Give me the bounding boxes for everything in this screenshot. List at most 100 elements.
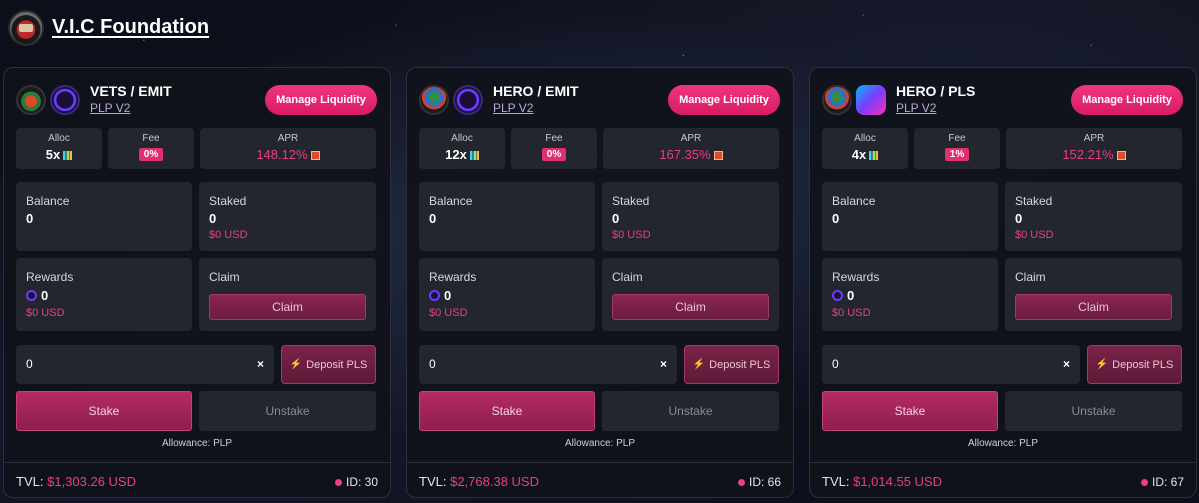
status-dot-icon	[737, 478, 745, 486]
claim-label: Claim	[612, 270, 643, 284]
apr-label: APR	[680, 133, 702, 144]
apr-value-row: 152.21%	[1006, 147, 1182, 162]
vic-foundation-logo-icon[interactable]	[8, 9, 44, 46]
clear-icon[interactable]: ×	[660, 357, 667, 371]
apr-stat: APR 148.12%	[200, 128, 376, 169]
amount-input[interactable]	[429, 355, 629, 373]
balance-value: 0	[832, 211, 840, 226]
unstake-button[interactable]: Unstake	[602, 391, 779, 431]
emit-coin-icon	[832, 290, 843, 301]
tvl-value: $1,014.55 USD	[853, 474, 942, 489]
pair-name: HERO / EMIT	[493, 83, 579, 99]
fee-label: Fee	[545, 133, 563, 144]
deposit-pls-button[interactable]: ⚡ Deposit PLS	[684, 345, 779, 384]
unstake-button[interactable]: Unstake	[1005, 391, 1182, 431]
fee-stat: Fee 0%	[511, 128, 597, 169]
brand-title-link[interactable]: V.I.C Foundation	[52, 16, 209, 39]
staked-value: 0	[209, 211, 217, 226]
status-dot-icon	[334, 478, 342, 486]
amount-field: ×	[419, 345, 677, 384]
unstake-button[interactable]: Unstake	[199, 391, 376, 431]
rewards-usd-value: $0 USD	[429, 307, 468, 319]
farm-card-2: HERO / EMIT PLP V2 Manage Liquidity Allo…	[406, 67, 794, 498]
balance-label: Balance	[429, 194, 473, 208]
allowance-text: Allowance: PLP	[564, 438, 636, 449]
pair-version-link[interactable]: PLP V2	[493, 101, 533, 115]
bar-chart-icon	[869, 151, 879, 161]
alloc-stat: Alloc 4x	[822, 128, 908, 169]
staked-label: Staked	[209, 194, 247, 208]
alloc-value-row: 5x	[16, 147, 102, 162]
calculator-icon[interactable]	[310, 151, 320, 161]
card-header: HERO / PLS PLP V2 Manage Liquidity	[822, 82, 1184, 118]
rewards-panel: Rewards 0 $0 USD	[822, 258, 998, 331]
claim-button[interactable]: Claim	[1015, 294, 1172, 320]
amount-input[interactable]	[26, 355, 226, 373]
staked-panel: Staked 0 $0 USD	[1005, 182, 1182, 251]
tvl-label: TVL:	[419, 474, 447, 489]
vets-token-icon	[16, 85, 46, 115]
claim-panel: Claim Claim	[1005, 258, 1182, 331]
clear-icon[interactable]: ×	[1063, 357, 1070, 371]
pls-token-icon	[856, 85, 886, 115]
staked-label: Staked	[1015, 194, 1053, 208]
stake-button[interactable]: Stake	[822, 391, 998, 431]
fee-value-row: 1%	[914, 145, 1000, 161]
fee-badge: 0%	[541, 148, 567, 161]
emit-coin-icon	[429, 290, 440, 301]
pair-version-link[interactable]: PLP V2	[90, 101, 130, 115]
alloc-stat: Alloc 12x	[419, 128, 505, 169]
footer-divider	[4, 462, 390, 463]
deposit-pls-button[interactable]: ⚡ Deposit PLS	[281, 345, 376, 384]
stake-button[interactable]: Stake	[419, 391, 595, 431]
allowance-text: Allowance: PLP	[967, 438, 1039, 449]
farm-card-3: HERO / PLS PLP V2 Manage Liquidity Alloc…	[809, 67, 1197, 498]
amount-input[interactable]	[832, 355, 1032, 373]
pair-version-link[interactable]: PLP V2	[896, 101, 936, 115]
manage-liquidity-button[interactable]: Manage Liquidity	[265, 85, 377, 115]
hero-token-icon	[419, 85, 449, 115]
stake-button[interactable]: Stake	[16, 391, 192, 431]
fee-stat: Fee 1%	[914, 128, 1000, 169]
lightning-icon: ⚡	[289, 359, 303, 370]
apr-label: APR	[1083, 133, 1105, 144]
pool-id: ID: 67	[1140, 475, 1184, 489]
pair-info: VETS / EMIT PLP V2	[90, 83, 172, 117]
alloc-label: Alloc	[451, 133, 473, 144]
manage-liquidity-button[interactable]: Manage Liquidity	[668, 85, 780, 115]
tvl-value: $1,303.26 USD	[47, 474, 136, 489]
rewards-value-row: 0	[26, 288, 48, 303]
calculator-icon[interactable]	[713, 151, 723, 161]
farm-card-1: VETS / EMIT PLP V2 Manage Liquidity Allo…	[3, 67, 391, 498]
balance-panel: Balance 0	[419, 182, 595, 251]
tvl: TVL: $1,014.55 USD	[822, 474, 942, 489]
pool-id: ID: 66	[737, 475, 781, 489]
rewards-label: Rewards	[429, 270, 477, 284]
staked-value: 0	[612, 211, 620, 226]
claim-button[interactable]: Claim	[209, 294, 366, 320]
bar-chart-icon	[469, 151, 479, 161]
staked-value: 0	[1015, 211, 1023, 226]
claim-button[interactable]: Claim	[612, 294, 769, 320]
calculator-icon[interactable]	[1116, 151, 1126, 161]
lightning-icon: ⚡	[692, 359, 706, 370]
alloc-value-row: 12x	[419, 147, 505, 162]
balance-value: 0	[429, 211, 437, 226]
rewards-value: 0	[444, 288, 452, 303]
alloc-value: 12x	[445, 147, 467, 162]
manage-liquidity-button[interactable]: Manage Liquidity	[1071, 85, 1183, 115]
pair-name: VETS / EMIT	[90, 83, 172, 99]
deposit-pls-button[interactable]: ⚡ Deposit PLS	[1087, 345, 1182, 384]
alloc-value: 4x	[851, 147, 867, 162]
rewards-usd-value: $0 USD	[832, 307, 871, 319]
claim-label: Claim	[209, 270, 240, 284]
fee-value-row: 0%	[108, 145, 194, 161]
staked-panel: Staked 0 $0 USD	[199, 182, 376, 251]
footer-divider	[407, 462, 793, 463]
rewards-panel: Rewards 0 $0 USD	[16, 258, 192, 331]
claim-label: Claim	[1015, 270, 1046, 284]
balance-label: Balance	[832, 194, 876, 208]
clear-icon[interactable]: ×	[257, 357, 264, 371]
tvl: TVL: $1,303.26 USD	[16, 474, 136, 489]
fee-badge: 1%	[944, 148, 970, 161]
